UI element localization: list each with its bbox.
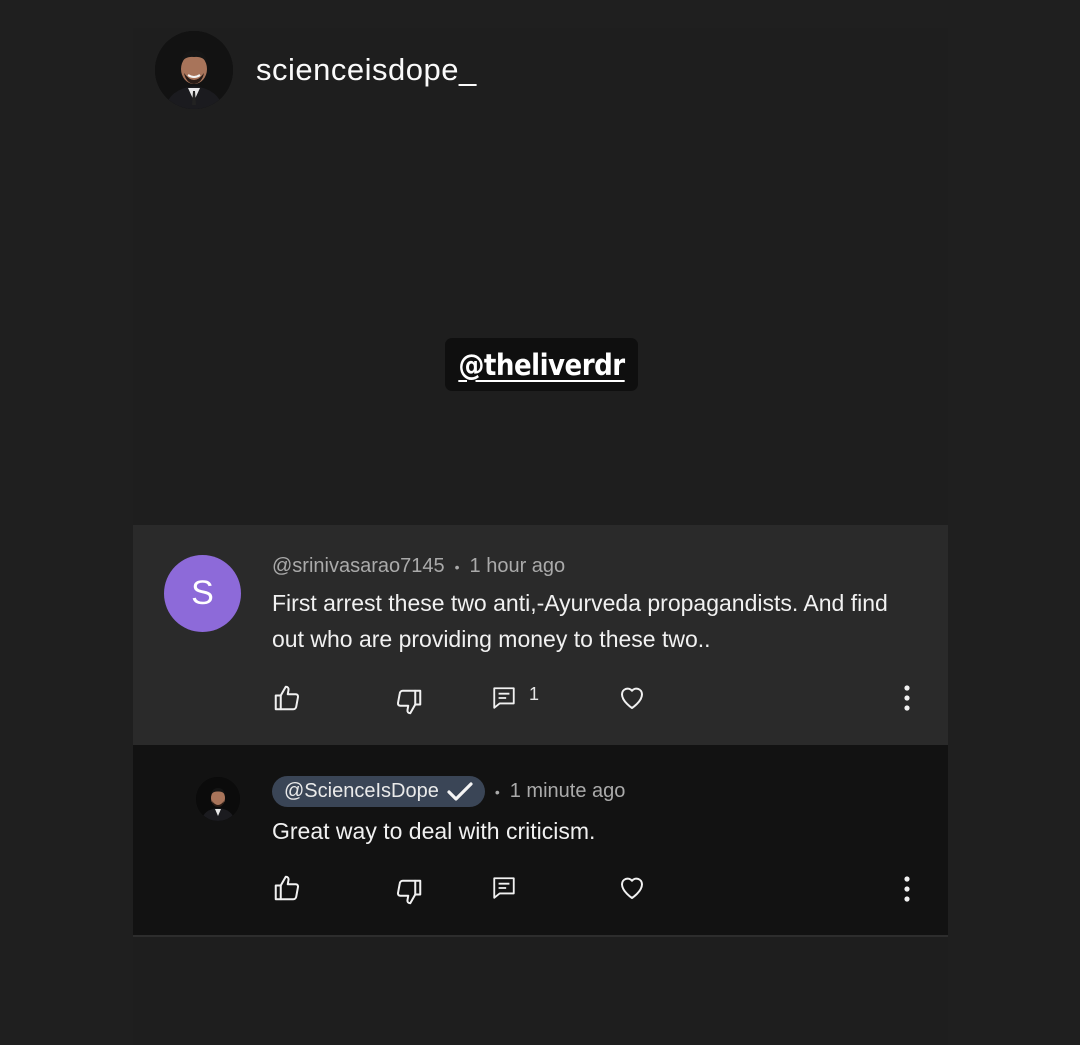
comment-actions: 1	[272, 683, 912, 715]
like-button[interactable]	[272, 873, 302, 903]
reply-card: @ScienceIsDope • 1 minute ago Great way …	[133, 745, 948, 937]
story-header: scienceisdope_	[155, 30, 477, 110]
like-button[interactable]	[272, 683, 302, 713]
verified-author-chip[interactable]: @ScienceIsDope	[272, 776, 485, 807]
reply-icon	[493, 687, 515, 709]
heart-icon	[621, 687, 643, 709]
dislike-button[interactable]	[394, 687, 424, 717]
heart-icon	[621, 877, 643, 899]
reply-button[interactable]	[491, 875, 517, 901]
mention-text[interactable]: @theliverdr	[458, 348, 625, 382]
reply-text: Great way to deal with criticism.	[272, 818, 596, 844]
verified-check-icon	[447, 781, 473, 801]
reply-author[interactable]: @ScienceIsDope	[284, 780, 439, 803]
meta-separator: •	[454, 558, 460, 575]
like-icon	[274, 685, 300, 711]
profile-avatar[interactable]	[155, 31, 233, 109]
avatar-letter: S	[191, 574, 214, 612]
meta-separator: •	[494, 783, 500, 800]
comment-time: 1 hour ago	[469, 555, 566, 577]
dislike-icon	[396, 689, 422, 715]
like-icon	[274, 875, 300, 901]
more-button[interactable]	[904, 876, 910, 907]
commenter-avatar[interactable]: S	[164, 555, 241, 632]
dislike-icon	[396, 879, 422, 905]
comment-author[interactable]: @srinivasarao7145	[272, 555, 445, 578]
more-icon	[904, 876, 910, 902]
comment-card: S @srinivasarao7145 • 1 hour ago First a…	[133, 525, 948, 745]
more-button[interactable]	[904, 685, 910, 716]
reply-button[interactable]: 1	[491, 683, 540, 711]
reply-time: 1 minute ago	[509, 780, 626, 802]
comment-meta: @srinivasarao7145 • 1 hour ago	[272, 555, 565, 578]
reply-meta: @ScienceIsDope • 1 minute ago	[272, 776, 625, 807]
heart-button[interactable]	[617, 683, 647, 713]
more-icon	[904, 685, 910, 711]
comment-text: First arrest these two anti,-Ayurveda pr…	[272, 590, 888, 652]
reply-icon	[493, 877, 515, 899]
dislike-button[interactable]	[394, 877, 424, 907]
reply-actions	[272, 873, 912, 905]
reply-count: 1	[529, 683, 540, 704]
heart-button[interactable]	[617, 873, 647, 903]
mention-sticker[interactable]: @theliverdr	[445, 338, 638, 391]
story-username[interactable]: scienceisdope_	[256, 52, 477, 88]
reply-avatar[interactable]	[196, 777, 240, 821]
